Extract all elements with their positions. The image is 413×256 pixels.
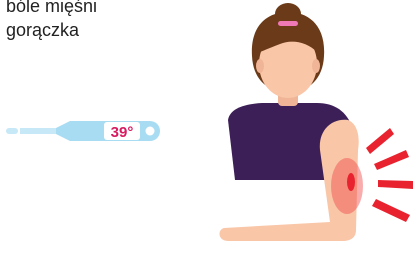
thermometer-stem bbox=[20, 128, 60, 134]
pain-line-1 bbox=[366, 128, 394, 154]
pain-line-3 bbox=[378, 180, 413, 189]
thermometer-tip bbox=[6, 128, 18, 134]
symptom-captions: bóle mięśni gorączka bbox=[6, 0, 97, 42]
person-arm-pain-icon bbox=[219, 3, 413, 241]
pain-line-2 bbox=[374, 150, 409, 170]
right-ear bbox=[312, 59, 320, 73]
thermometer-icon: 39° bbox=[6, 121, 160, 141]
thermometer-reading: 39° bbox=[111, 124, 134, 141]
pain-core bbox=[347, 173, 355, 191]
pain-line-4 bbox=[372, 199, 410, 222]
left-ear bbox=[256, 59, 264, 73]
pain-spot bbox=[331, 158, 363, 214]
pain-lines-icon bbox=[366, 128, 413, 222]
hair-band bbox=[278, 21, 298, 26]
symptom-fever: gorączka bbox=[6, 20, 80, 40]
symptom-muscle-pain: bóle mięśni bbox=[6, 0, 98, 16]
thermometer-button bbox=[145, 126, 155, 136]
